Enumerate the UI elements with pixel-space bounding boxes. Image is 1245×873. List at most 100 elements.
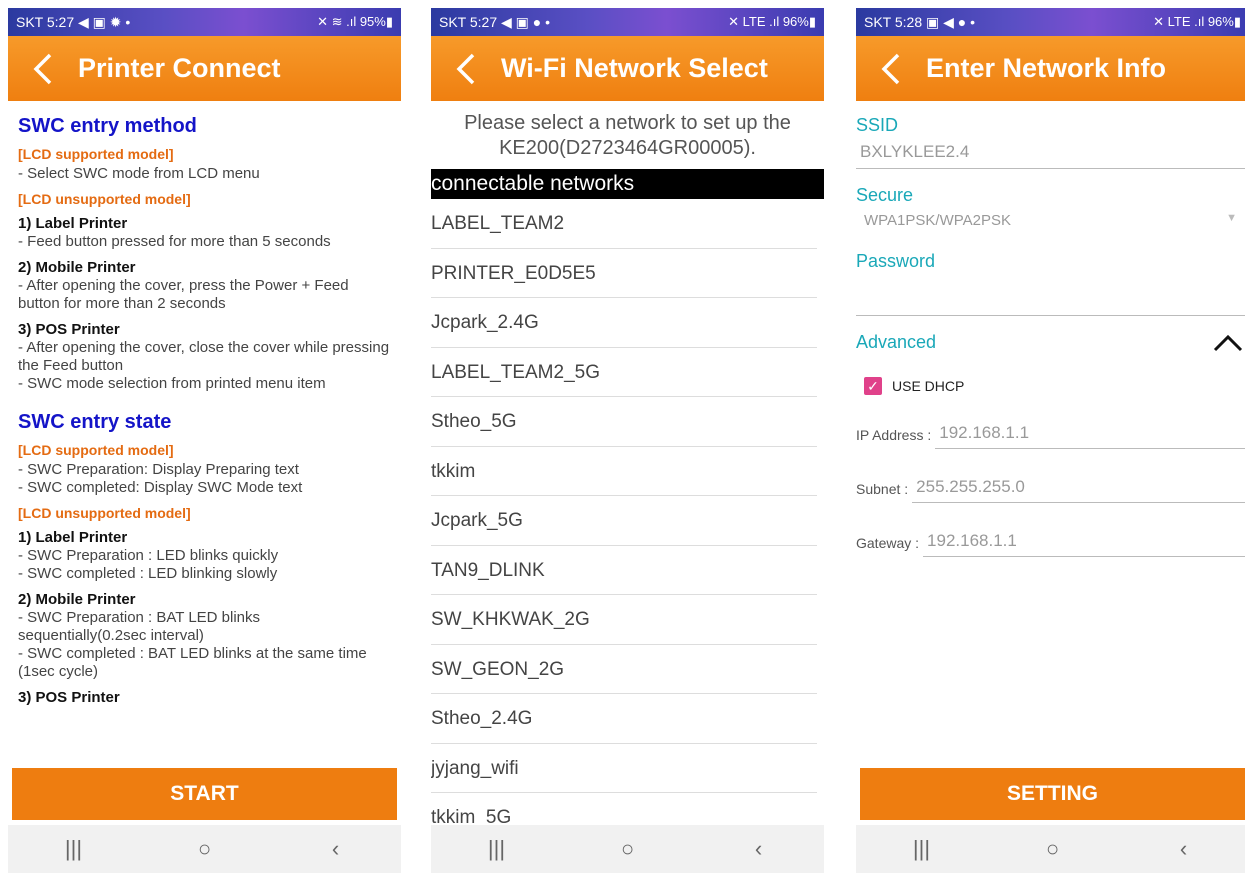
home-button[interactable]: ○ bbox=[185, 836, 225, 862]
status-bar: SKT 5:27 ◀ ▣ ● • ✕ LTE .ıl 96%▮ bbox=[431, 8, 824, 36]
lcd-supported-label: [LCD supported model] bbox=[18, 442, 174, 458]
network-item[interactable]: Stheo_5G bbox=[431, 397, 817, 447]
back-arrow-icon bbox=[33, 53, 52, 84]
screen-wifi-select: SKT 5:27 ◀ ▣ ● • ✕ LTE .ıl 96%▮ Wi-Fi Net… bbox=[431, 8, 824, 873]
system-nav-bar: ||| ○ ‹ bbox=[431, 825, 824, 873]
back-nav-button[interactable]: ‹ bbox=[1164, 836, 1204, 862]
network-item[interactable]: SW_GEON_2G bbox=[431, 645, 817, 694]
select-prompt: Please select a network to set up the KE… bbox=[464, 112, 791, 159]
gateway-field[interactable]: 192.168.1.1 bbox=[923, 531, 1245, 557]
recent-apps-button[interactable]: ||| bbox=[477, 836, 517, 862]
lcd-unsupported-label: [LCD unsupported model] bbox=[18, 505, 191, 521]
home-button[interactable]: ○ bbox=[608, 836, 648, 862]
subnet-label: Subnet : bbox=[856, 481, 909, 497]
back-button[interactable] bbox=[856, 53, 926, 85]
network-item[interactable]: Jcpark_5G bbox=[431, 496, 817, 546]
app-bar: Wi-Fi Network Select bbox=[431, 36, 824, 101]
network-item[interactable]: Stheo_2.4G bbox=[431, 694, 817, 744]
start-button[interactable]: START bbox=[12, 768, 397, 820]
instruction-text: - SWC completed: Display SWC Mode text bbox=[18, 479, 303, 496]
screen-printer-connect: SKT 5:27 ◀ ▣ ✹ • ✕ ≋ .ıl 95%▮ Printer Con… bbox=[8, 8, 401, 873]
printer-type: 3) POS Printer bbox=[18, 689, 120, 706]
dhcp-label: USE DHCP bbox=[892, 378, 965, 394]
ip-label: IP Address : bbox=[856, 427, 932, 443]
secure-label: Secure bbox=[856, 185, 914, 205]
back-button[interactable] bbox=[8, 53, 78, 85]
status-left: SKT 5:28 ▣ ◀ ● • bbox=[864, 13, 976, 30]
dropdown-arrow-icon: ▼ bbox=[1226, 212, 1237, 224]
back-nav-button[interactable]: ‹ bbox=[316, 836, 356, 862]
instruction-text: - Select SWC mode from LCD menu bbox=[18, 165, 260, 182]
password-label: Password bbox=[856, 251, 936, 271]
secure-value: WPA1PSK/WPA2PSK bbox=[864, 212, 1011, 229]
printer-type: 1) Label Printer bbox=[18, 529, 128, 546]
back-arrow-icon bbox=[881, 53, 900, 84]
section-heading: SWC entry method bbox=[18, 115, 197, 137]
system-nav-bar: ||| ○ ‹ bbox=[8, 825, 401, 873]
status-right: ✕ LTE .ıl 96%▮ bbox=[728, 14, 816, 29]
network-list: LABEL_TEAM2 PRINTER_E0D5E5 Jcpark_2.4G L… bbox=[431, 199, 824, 843]
instructions: SWC entry method [LCD supported model] -… bbox=[8, 101, 401, 781]
advanced-toggle[interactable]: Advanced bbox=[856, 332, 1245, 353]
gateway-label: Gateway : bbox=[856, 535, 920, 551]
app-bar: Enter Network Info bbox=[856, 36, 1245, 101]
lcd-unsupported-label: [LCD unsupported model] bbox=[18, 191, 191, 207]
printer-type: 1) Label Printer bbox=[18, 215, 128, 232]
dhcp-checkbox[interactable]: ✓ USE DHCP bbox=[864, 377, 1245, 395]
status-bar: SKT 5:27 ◀ ▣ ✹ • ✕ ≋ .ıl 95%▮ bbox=[8, 8, 401, 36]
instruction-text: - SWC Preparation : LED blinks quickly bbox=[18, 547, 279, 564]
setting-button[interactable]: SETTING bbox=[860, 768, 1245, 820]
gateway-row: Gateway :192.168.1.1 bbox=[856, 525, 1245, 557]
system-nav-bar: ||| ○ ‹ bbox=[856, 825, 1245, 873]
app-bar: Printer Connect bbox=[8, 36, 401, 101]
ssid-field[interactable]: BXLYKLEE2.4 bbox=[856, 136, 1245, 169]
status-bar: SKT 5:28 ▣ ◀ ● • ✕ LTE .ıl 96%▮ bbox=[856, 8, 1245, 36]
network-item[interactable]: tkkim bbox=[431, 447, 817, 496]
printer-type: 2) Mobile Printer bbox=[18, 591, 136, 608]
printer-type: 2) Mobile Printer bbox=[18, 259, 136, 276]
instruction-text: - After opening the cover, close the cov… bbox=[18, 339, 390, 374]
instruction-text: - After opening the cover, press the Pow… bbox=[18, 277, 349, 312]
ssid-label: SSID bbox=[856, 115, 899, 135]
instruction-text: - SWC completed : BAT LED blinks at the … bbox=[18, 645, 367, 680]
ip-address-row: IP Address :192.168.1.1 bbox=[856, 417, 1245, 449]
list-header: connectable networks bbox=[431, 169, 824, 199]
secure-dropdown[interactable]: WPA1PSK/WPA2PSK ▼ bbox=[856, 206, 1245, 235]
status-left: SKT 5:27 ◀ ▣ ✹ • bbox=[16, 13, 131, 30]
page-title: Printer Connect bbox=[78, 53, 281, 83]
status-right: ✕ LTE .ıl 96%▮ bbox=[1153, 14, 1241, 29]
back-arrow-icon bbox=[456, 53, 475, 84]
recent-apps-button[interactable]: ||| bbox=[902, 836, 942, 862]
network-item[interactable]: Jcpark_2.4G bbox=[431, 298, 817, 348]
back-nav-button[interactable]: ‹ bbox=[739, 836, 779, 862]
instruction-text: - SWC mode selection from printed menu i… bbox=[18, 375, 326, 392]
ip-field[interactable]: 192.168.1.1 bbox=[935, 423, 1245, 449]
page-title: Enter Network Info bbox=[926, 53, 1167, 83]
status-left: SKT 5:27 ◀ ▣ ● • bbox=[439, 13, 551, 30]
home-button[interactable]: ○ bbox=[1033, 836, 1073, 862]
instruction-text: - SWC Preparation: Display Preparing tex… bbox=[18, 461, 299, 478]
subnet-row: Subnet :255.255.255.0 bbox=[856, 471, 1245, 503]
instruction-text: - SWC Preparation : BAT LED blinks seque… bbox=[18, 609, 261, 644]
instruction-text: - SWC completed : LED blinking slowly bbox=[18, 565, 278, 582]
network-item[interactable]: LABEL_TEAM2_5G bbox=[431, 348, 817, 397]
check-icon: ✓ bbox=[864, 377, 882, 395]
network-item[interactable]: jyjang_wifi bbox=[431, 744, 817, 793]
password-field[interactable] bbox=[856, 272, 1245, 316]
section-heading: SWC entry state bbox=[18, 411, 172, 433]
network-item[interactable]: LABEL_TEAM2 bbox=[431, 199, 817, 249]
advanced-label: Advanced bbox=[856, 332, 937, 352]
network-form: SSID BXLYKLEE2.4 Secure WPA1PSK/WPA2PSK ▼… bbox=[856, 101, 1245, 557]
chevron-up-icon bbox=[1213, 334, 1243, 351]
back-button[interactable] bbox=[431, 53, 501, 85]
instruction-text: - Feed button pressed for more than 5 se… bbox=[18, 233, 331, 250]
lcd-supported-label: [LCD supported model] bbox=[18, 146, 174, 162]
network-item[interactable]: TAN9_DLINK bbox=[431, 546, 817, 595]
page-title: Wi-Fi Network Select bbox=[501, 53, 768, 83]
network-item[interactable]: SW_KHKWAK_2G bbox=[431, 595, 817, 645]
subnet-field[interactable]: 255.255.255.0 bbox=[912, 477, 1245, 503]
screen-network-info: SKT 5:28 ▣ ◀ ● • ✕ LTE .ıl 96%▮ Enter Net… bbox=[856, 8, 1245, 873]
status-right: ✕ ≋ .ıl 95%▮ bbox=[317, 14, 393, 29]
recent-apps-button[interactable]: ||| bbox=[54, 836, 94, 862]
network-item[interactable]: PRINTER_E0D5E5 bbox=[431, 249, 817, 298]
